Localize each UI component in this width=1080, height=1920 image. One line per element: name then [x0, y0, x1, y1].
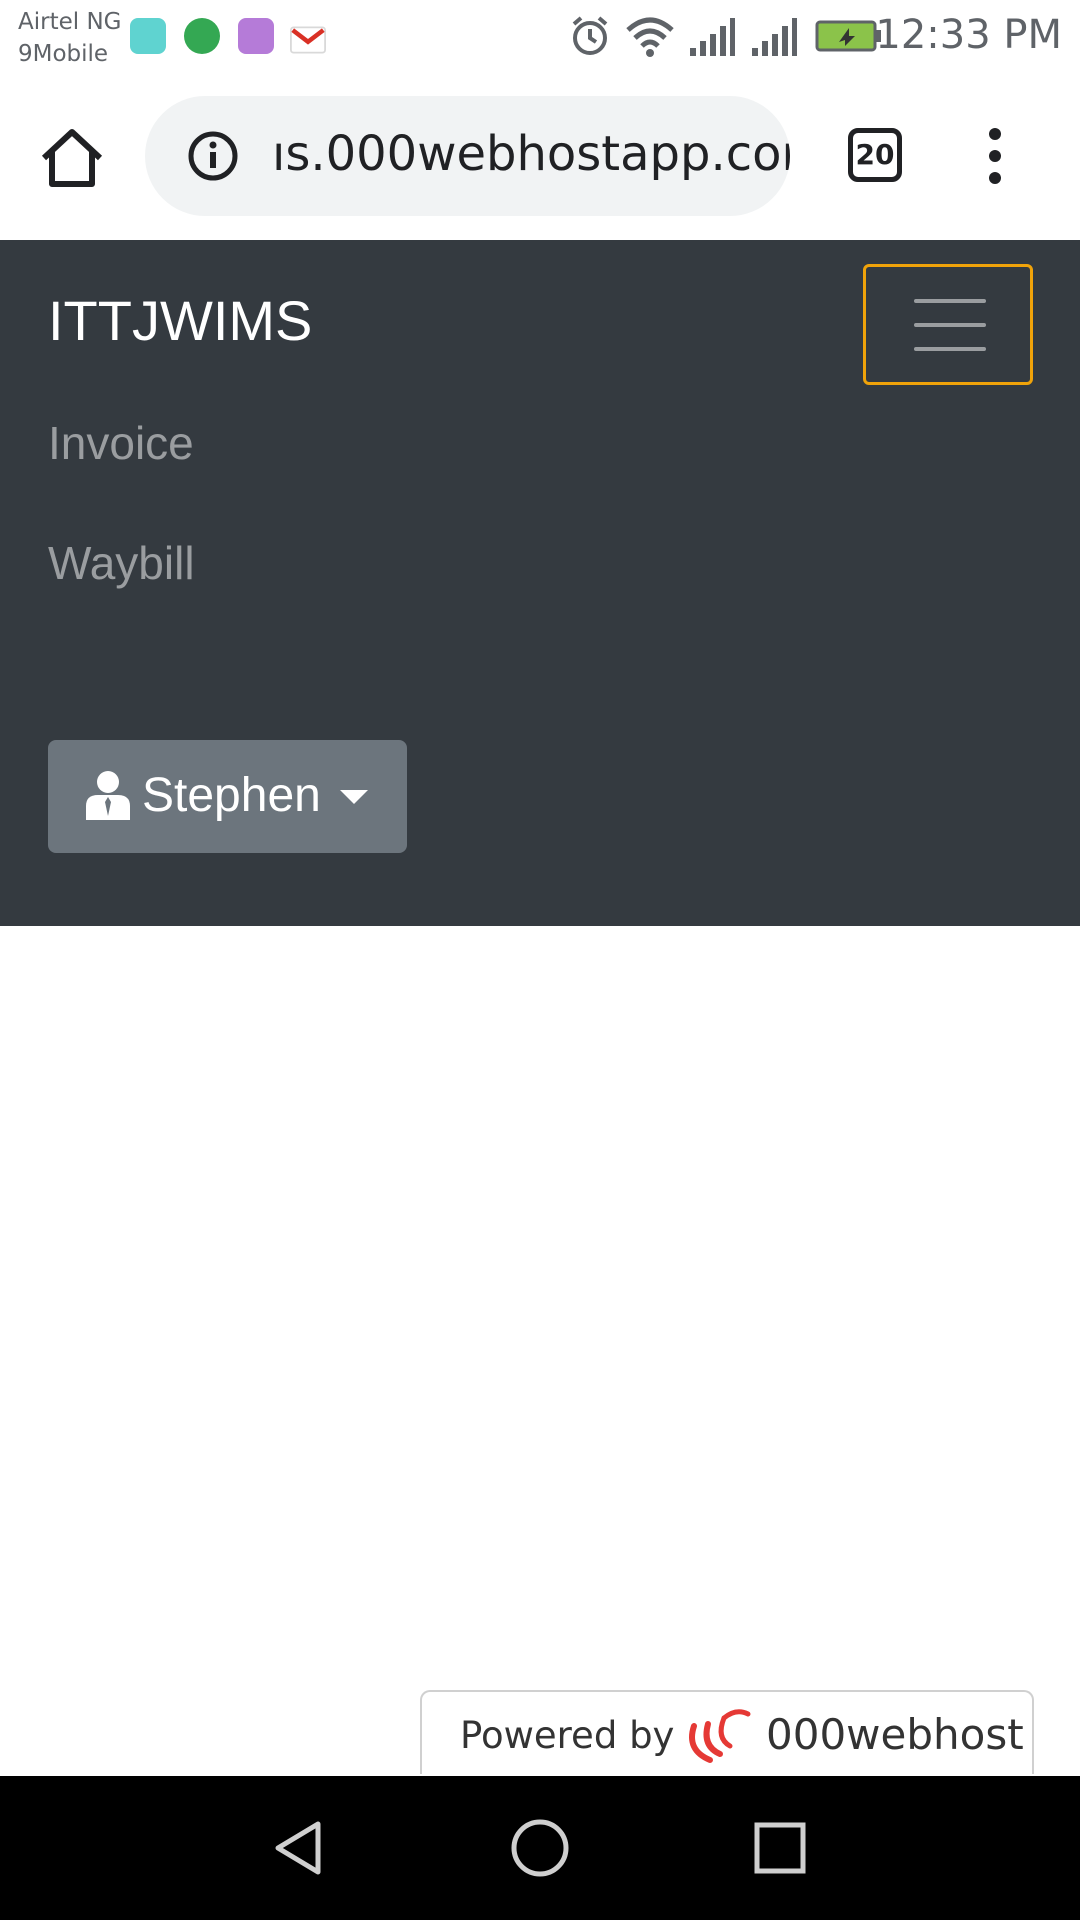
hamburger-bar: [914, 299, 986, 303]
user-dropdown-button[interactable]: Stephen: [48, 740, 407, 853]
url-text[interactable]: ıs.000webhostapp.com: [272, 126, 790, 182]
info-icon[interactable]: [187, 130, 239, 182]
tab-switcher-button[interactable]: 20: [848, 128, 902, 182]
navbar-brand[interactable]: ITTJWIMS: [48, 288, 312, 353]
carrier-1: Airtel NG: [18, 9, 122, 35]
user-name-label: Stephen: [142, 769, 321, 822]
signal-icon-sim-1: [690, 18, 735, 56]
powered-by-brand: 000webhost: [766, 1710, 1024, 1759]
user-icon: [86, 771, 130, 820]
powered-by-label: Powered by: [460, 1714, 675, 1757]
caret-down-icon: [340, 790, 368, 804]
hamburger-bar: [914, 347, 986, 351]
home-circle-icon[interactable]: [510, 1818, 570, 1878]
wifi-icon: [626, 17, 674, 57]
gmail-notification-icon: [290, 26, 326, 54]
alarm-icon: [572, 16, 608, 55]
home-icon[interactable]: [38, 126, 106, 190]
hamburger-bar: [914, 323, 986, 327]
android-notification-icon: [130, 18, 166, 54]
recents-icon[interactable]: [754, 1822, 806, 1874]
navbar-toggler-button[interactable]: [863, 264, 1033, 385]
carrier-2: 9Mobile: [18, 41, 109, 67]
android-nav-bar: [0, 1776, 1080, 1920]
more-options-icon[interactable]: [980, 126, 1010, 186]
status-bar: Airtel NG 9Mobile 12:33 PM: [0, 0, 1080, 76]
address-bar[interactable]: ıs.000webhostapp.com: [145, 96, 790, 216]
nav-link-waybill[interactable]: Waybill: [48, 536, 195, 590]
carrier-names: Airtel NG 9Mobile: [18, 6, 121, 70]
gallery-notification-icon: [238, 18, 274, 54]
battery-charging-icon: [815, 20, 881, 52]
000webhost-logo-icon: [689, 1709, 751, 1763]
hangouts-notification-icon: [184, 18, 220, 54]
nav-link-invoice[interactable]: Invoice: [48, 416, 194, 470]
clock-time: 12:33 PM: [875, 12, 1062, 58]
back-icon[interactable]: [268, 1818, 328, 1878]
site-navbar: ITTJWIMS Invoice Waybill Stephen: [0, 240, 1080, 926]
browser-toolbar: ıs.000webhostapp.com 20: [0, 76, 1080, 240]
powered-by-badge[interactable]: Powered by 000webhost: [420, 1690, 1034, 1774]
signal-icon-sim-2: [752, 18, 797, 56]
